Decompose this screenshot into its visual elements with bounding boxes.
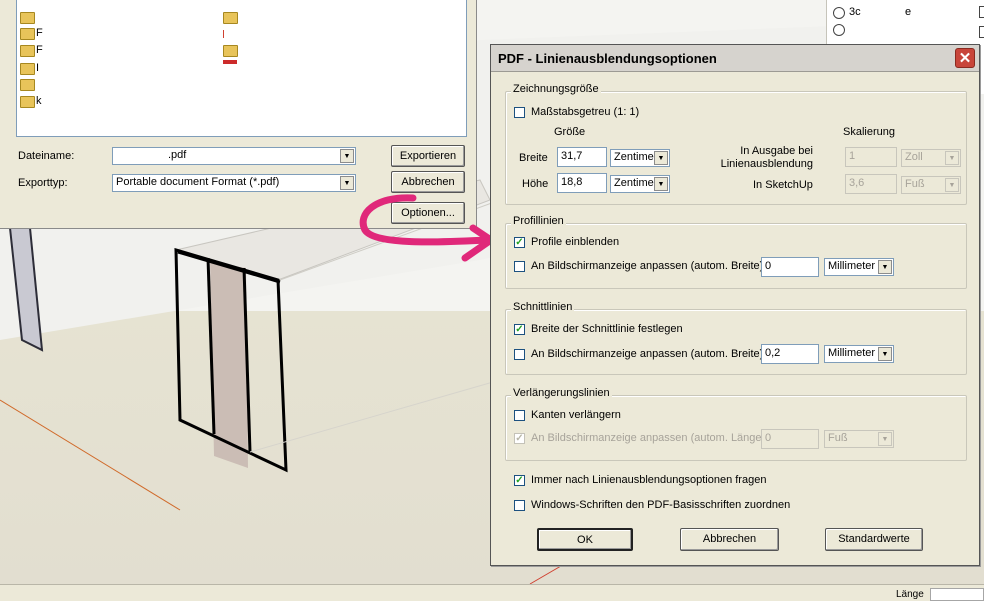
file-list[interactable]: F F I k <box>16 0 467 137</box>
folder-icon <box>20 12 35 24</box>
pdf-file-icon <box>223 60 237 64</box>
file-icon <box>223 30 224 38</box>
chevron-down-icon[interactable]: ▼ <box>945 151 959 165</box>
width-label: Breite <box>519 152 548 164</box>
panel-item-suffix: e <box>905 6 912 18</box>
sketchup-scale-input[interactable]: 3,6 <box>845 174 897 194</box>
section-match-screen-checkbox[interactable] <box>514 349 525 360</box>
height-unit-select[interactable]: Zentime ▼ <box>610 175 670 193</box>
fixed-section-width-checkbox[interactable]: ✓ <box>514 324 525 335</box>
file-item[interactable]: F <box>36 27 43 39</box>
profile-match-screen-label: An Bildschirmanzeige anpassen (autom. Br… <box>531 260 764 272</box>
close-button[interactable]: ✕ <box>955 48 975 68</box>
extension-lines-title: Verlängerungslinien <box>511 387 612 399</box>
title-bar[interactable]: PDF - Linienausblendungsoptionen ✕ <box>491 45 979 72</box>
file-item[interactable]: F <box>36 44 43 56</box>
radio-button[interactable] <box>833 7 845 19</box>
section-width-unit-select[interactable]: Millimeter ▼ <box>824 345 894 363</box>
scale-true-checkbox[interactable] <box>514 107 525 118</box>
filename-input[interactable]: .pdf ▼ <box>112 147 356 165</box>
scaling-header: Skalierung <box>843 126 895 138</box>
extension-match-screen-label: An Bildschirmanzeige anpassen (autom. Lä… <box>531 432 766 444</box>
file-item[interactable]: I <box>36 62 39 74</box>
output-scale-input[interactable]: 1 <box>845 147 897 167</box>
section-lines-group <box>505 309 967 375</box>
folder-icon <box>20 63 35 75</box>
ok-button[interactable]: OK <box>537 528 633 551</box>
section-width-input[interactable]: 0,2 <box>761 344 819 364</box>
status-bar: Länge <box>0 584 984 601</box>
export-button[interactable]: Exportieren <box>391 145 465 167</box>
file-item[interactable]: k <box>36 95 42 107</box>
profile-lines-group <box>505 223 967 289</box>
map-fonts-label: Windows-Schriften den PDF-Basisschriften… <box>531 499 791 511</box>
folder-icon <box>20 79 35 91</box>
section-match-screen-label: An Bildschirmanzeige anpassen (autom. Br… <box>531 348 764 360</box>
extend-edges-label: Kanten verlängern <box>531 409 621 421</box>
chevron-down-icon[interactable]: ▼ <box>945 178 959 192</box>
width-input[interactable]: 31,7 <box>557 147 607 167</box>
entity-panel: 3c e <box>826 0 984 44</box>
show-profiles-checkbox[interactable]: ✓ <box>514 237 525 248</box>
scale-true-label: Maßstabsgetreu (1: 1) <box>531 106 640 118</box>
chevron-down-icon[interactable]: ▼ <box>878 347 892 361</box>
profile-match-screen-checkbox[interactable] <box>514 261 525 272</box>
cancel-button[interactable]: Abbrechen <box>680 528 779 551</box>
drawing-size-title: Zeichnungsgröße <box>511 83 601 95</box>
section-lines-title: Schnittlinien <box>511 301 575 313</box>
extend-edges-checkbox[interactable] <box>514 410 525 421</box>
chevron-down-icon[interactable]: ▼ <box>878 432 892 446</box>
sketchup-unit-select[interactable]: Fuß ▼ <box>901 176 961 194</box>
close-icon: ✕ <box>958 50 972 67</box>
chevron-down-icon[interactable]: ▼ <box>654 177 668 191</box>
fixed-section-width-label: Breite der Schnittlinie festlegen <box>531 323 683 335</box>
hidden-line-options-dialog: PDF - Linienausblendungsoptionen ✕ Zeich… <box>490 44 980 566</box>
profile-width-input[interactable]: 0 <box>761 257 819 277</box>
filetype-select[interactable]: Portable document Format (*.pdf) ▼ <box>112 174 356 192</box>
length-label: Länge <box>896 589 924 600</box>
always-ask-checkbox[interactable]: ✓ <box>514 475 525 486</box>
chevron-down-icon[interactable]: ▼ <box>654 151 668 165</box>
width-unit-select[interactable]: Zentime ▼ <box>610 149 670 167</box>
output-label: In Ausgabe bei Linienausblendung <box>720 145 813 170</box>
dialog-title: PDF - Linienausblendungsoptionen <box>498 51 717 66</box>
chevron-down-icon[interactable]: ▼ <box>878 260 892 274</box>
filetype-label: Exporttyp: <box>18 177 68 189</box>
folder-icon <box>20 45 35 57</box>
size-header: Größe <box>554 126 586 138</box>
map-fonts-checkbox[interactable] <box>514 500 525 511</box>
annotation-arrow-icon <box>359 194 495 262</box>
panel-item-label: 3c <box>849 6 861 18</box>
extension-match-screen-checkbox[interactable]: ✓ <box>514 433 525 444</box>
height-label: Höhe <box>522 178 549 190</box>
always-ask-label: Immer nach Linienausblendungsoptionen fr… <box>531 474 767 486</box>
folder-icon <box>223 45 238 57</box>
filename-label: Dateiname: <box>18 150 75 162</box>
profile-lines-title: Profillinien <box>511 215 566 227</box>
checkbox[interactable] <box>979 26 984 38</box>
length-input[interactable] <box>930 588 984 601</box>
extension-length-input[interactable]: 0 <box>761 429 819 449</box>
radio-button[interactable] <box>833 24 845 36</box>
checkbox[interactable] <box>979 6 984 18</box>
chevron-down-icon[interactable]: ▼ <box>340 149 354 163</box>
folder-icon <box>20 96 35 108</box>
folder-icon <box>223 12 238 24</box>
folder-icon <box>20 28 35 40</box>
extension-length-unit-select[interactable]: Fuß ▼ <box>824 430 894 448</box>
sketchup-label: In SketchUp <box>753 179 813 191</box>
show-profiles-label: Profile einblenden <box>531 236 620 248</box>
profile-width-unit-select[interactable]: Millimeter ▼ <box>824 258 894 276</box>
defaults-button[interactable]: Standardwerte <box>825 528 923 551</box>
height-input[interactable]: 18,8 <box>557 173 607 193</box>
extension-lines-group <box>505 395 967 461</box>
chevron-down-icon[interactable]: ▼ <box>340 176 354 190</box>
output-unit-select[interactable]: Zoll ▼ <box>901 149 961 167</box>
